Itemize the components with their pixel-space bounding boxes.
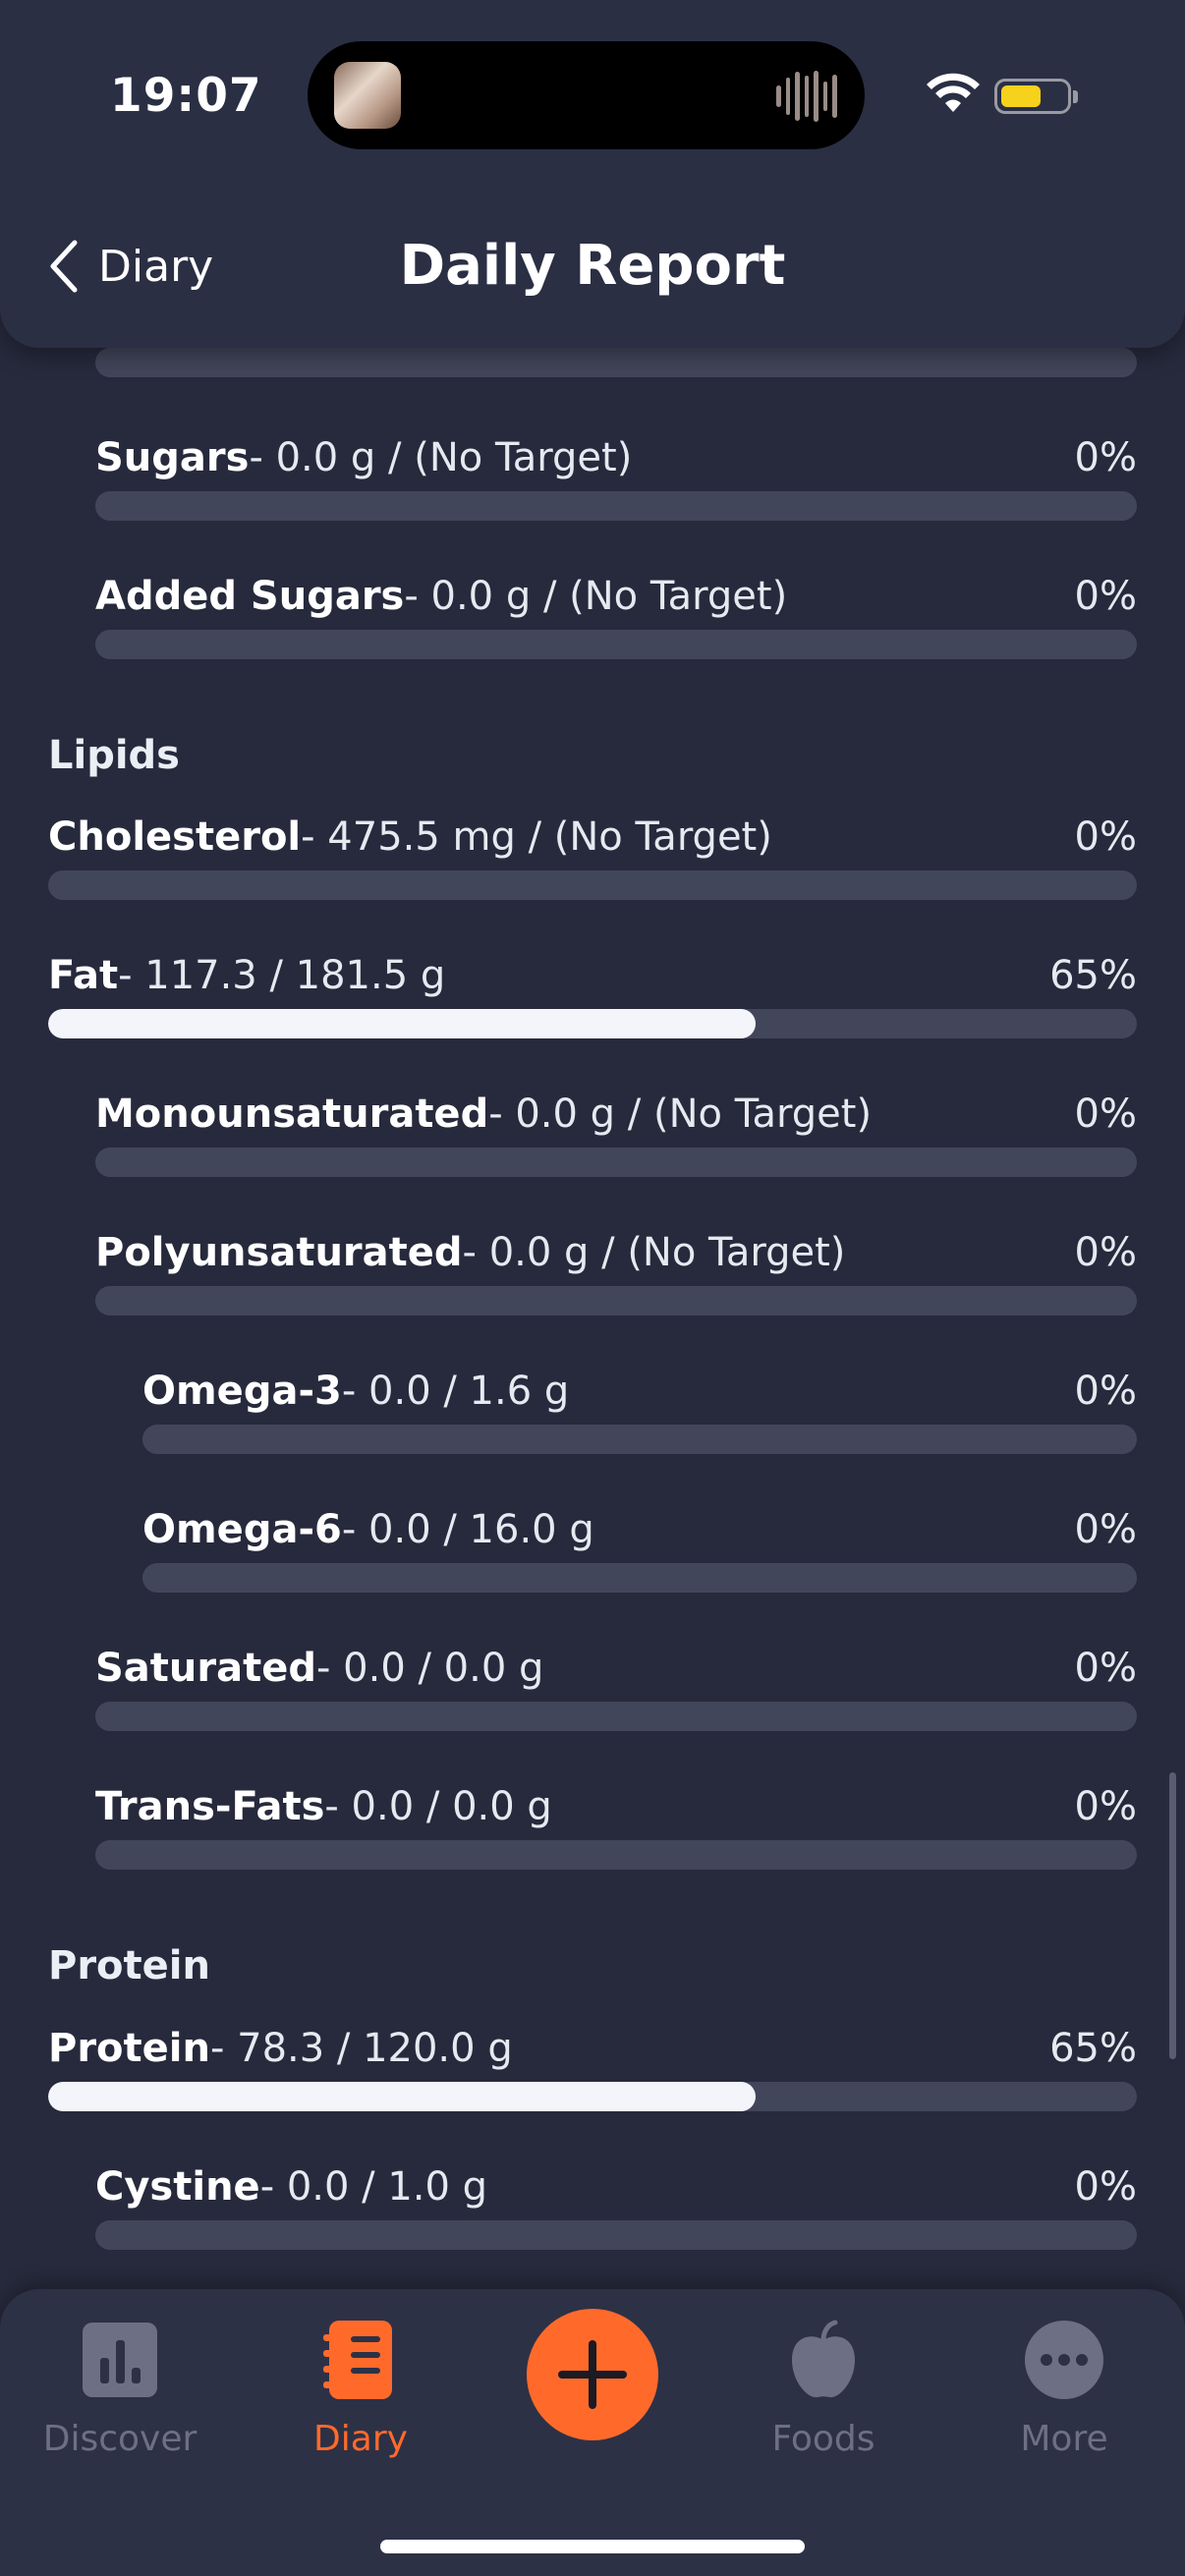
nutrient-value: - 0.0 / 0.0 g xyxy=(324,1784,552,1829)
tab-discover[interactable]: Discover xyxy=(22,2319,218,2459)
tab-label: More xyxy=(1020,2419,1108,2459)
more-icon xyxy=(1025,2321,1103,2399)
nutrient-row-protein: Protein- 78.3 / 120.0 g 65% xyxy=(48,2023,1137,2113)
nutrient-percent: 0% xyxy=(1074,1230,1137,1275)
nutrient-percent: 0% xyxy=(1074,1369,1137,1414)
nutrient-name: Saturated xyxy=(95,1646,316,1691)
section-title-lipids: Lipids xyxy=(48,733,180,778)
nutrient-row-polyunsaturated: Polyunsaturated- 0.0 g / (No Target) 0% xyxy=(95,1227,1137,1317)
progress-track xyxy=(95,1148,1137,1177)
header: 19:07 Diary Daily Report xyxy=(0,0,1185,348)
nutrient-percent: 0% xyxy=(1074,435,1137,480)
nutrient-row-sugars: Sugars- 0.0 g / (No Target) 0% xyxy=(95,432,1137,523)
nutrient-value: - 0.0 / 1.6 g xyxy=(341,1369,570,1414)
nutrient-name: Cystine xyxy=(95,2164,260,2210)
nutrient-name: Omega-3 xyxy=(142,1369,342,1414)
nutrient-row-fat: Fat- 117.3 / 181.5 g 65% xyxy=(48,950,1137,1040)
nutrient-value: - 0.0 / 1.0 g xyxy=(259,2164,488,2210)
report-list[interactable]: Sugars- 0.0 g / (No Target) 0% Added Sug… xyxy=(0,348,1185,2289)
nutrient-row-cholesterol: Cholesterol- 475.5 mg / (No Target) 0% xyxy=(48,812,1137,902)
progress-track xyxy=(95,348,1137,377)
progress-track xyxy=(48,870,1137,900)
nutrient-percent: 0% xyxy=(1074,1092,1137,1137)
tab-bar: Discover Diary Foods More xyxy=(0,2289,1185,2576)
nutrient-name: Cholesterol xyxy=(48,814,302,860)
nutrient-value: - 0.0 g / (No Target) xyxy=(488,1092,873,1137)
tab-more[interactable]: More xyxy=(966,2319,1162,2459)
progress-track xyxy=(95,491,1137,521)
progress-track xyxy=(95,1840,1137,1870)
progress-track xyxy=(142,1425,1137,1454)
nutrient-row-omega-3: Omega-3- 0.0 / 1.6 g 0% xyxy=(142,1366,1137,1456)
nutrient-name: Monounsaturated xyxy=(95,1092,489,1137)
progress-fill xyxy=(48,1009,757,1038)
progress-track xyxy=(95,1286,1137,1316)
now-playing-artwork xyxy=(334,62,401,129)
nutrient-row-cystine: Cystine- 0.0 / 1.0 g 0% xyxy=(95,2161,1137,2252)
nutrient-percent: 0% xyxy=(1074,1784,1137,1829)
nutrient-value: - 475.5 mg / (No Target) xyxy=(301,814,772,860)
nutrient-percent: 65% xyxy=(1049,2026,1137,2071)
progress-track xyxy=(142,1563,1137,1593)
dynamic-island xyxy=(308,41,865,149)
nutrient-value: - 0.0 / 0.0 g xyxy=(316,1646,544,1691)
nutrient-name: Polyunsaturated xyxy=(95,1230,463,1275)
progress-track xyxy=(95,630,1137,659)
progress-track xyxy=(95,1702,1137,1731)
nutrient-percent: 0% xyxy=(1074,1646,1137,1691)
nutrient-value: - 0.0 g / (No Target) xyxy=(249,435,633,480)
nutrient-name: Sugars xyxy=(95,435,250,480)
nutrient-percent: 0% xyxy=(1074,814,1137,860)
nutrient-row-monounsaturated: Monounsaturated- 0.0 g / (No Target) 0% xyxy=(95,1089,1137,1179)
status-time: 19:07 xyxy=(110,69,262,123)
nutrient-row-trans-fats: Trans-Fats- 0.0 / 0.0 g 0% xyxy=(95,1781,1137,1872)
tab-label: Discover xyxy=(42,2419,198,2459)
apple-icon xyxy=(792,2320,855,2398)
tab-label: Diary xyxy=(313,2419,408,2459)
progress-track xyxy=(95,2220,1137,2250)
nutrient-name: Protein xyxy=(48,2026,210,2071)
nutrient-percent: 65% xyxy=(1049,953,1137,998)
add-button[interactable] xyxy=(527,2309,658,2440)
nutrient-row-omega-6: Omega-6- 0.0 / 16.0 g 0% xyxy=(142,1504,1137,1595)
tab-foods[interactable]: Foods xyxy=(725,2319,922,2459)
nutrient-name: Omega-6 xyxy=(142,1507,342,1552)
nutrient-row-saturated: Saturated- 0.0 / 0.0 g 0% xyxy=(95,1643,1137,1733)
nutrient-value: - 0.0 / 16.0 g xyxy=(341,1507,594,1552)
nutrient-name: Trans-Fats xyxy=(95,1784,325,1829)
progress-track xyxy=(48,2082,1137,2111)
section-title-protein: Protein xyxy=(48,1943,210,1988)
page-title: Daily Report xyxy=(399,234,786,298)
tab-diary[interactable]: Diary xyxy=(262,2319,459,2459)
nutrient-percent: 0% xyxy=(1074,2164,1137,2210)
progress-fill xyxy=(48,2082,757,2111)
tab-label: Foods xyxy=(771,2419,875,2459)
nutrient-name: Added Sugars xyxy=(95,574,405,619)
nutrient-percent: 0% xyxy=(1074,574,1137,619)
nutrient-value: - 117.3 / 181.5 g xyxy=(118,953,446,998)
home-indicator[interactable] xyxy=(380,2540,805,2553)
battery-icon xyxy=(994,79,1078,114)
progress-track xyxy=(48,1009,1137,1038)
nutrient-row-previous xyxy=(95,348,1137,379)
notebook-icon xyxy=(323,2321,392,2399)
app-screen: 19:07 Diary Daily Report Sugars- 0.0 g /… xyxy=(0,0,1185,2576)
nutrient-value: - 0.0 g / (No Target) xyxy=(462,1230,846,1275)
scrollbar[interactable] xyxy=(1169,1772,1176,2059)
nutrient-row-added-sugars: Added Sugars- 0.0 g / (No Target) 0% xyxy=(95,571,1137,661)
nutrient-name: Fat xyxy=(48,953,119,998)
bar-chart-icon xyxy=(83,2323,157,2397)
nutrient-percent: 0% xyxy=(1074,1507,1137,1552)
nutrient-value: - 0.0 g / (No Target) xyxy=(404,574,788,619)
wifi-icon xyxy=(927,73,980,112)
nutrient-value: - 78.3 / 120.0 g xyxy=(209,2026,513,2071)
audio-waveform-icon xyxy=(776,71,838,122)
